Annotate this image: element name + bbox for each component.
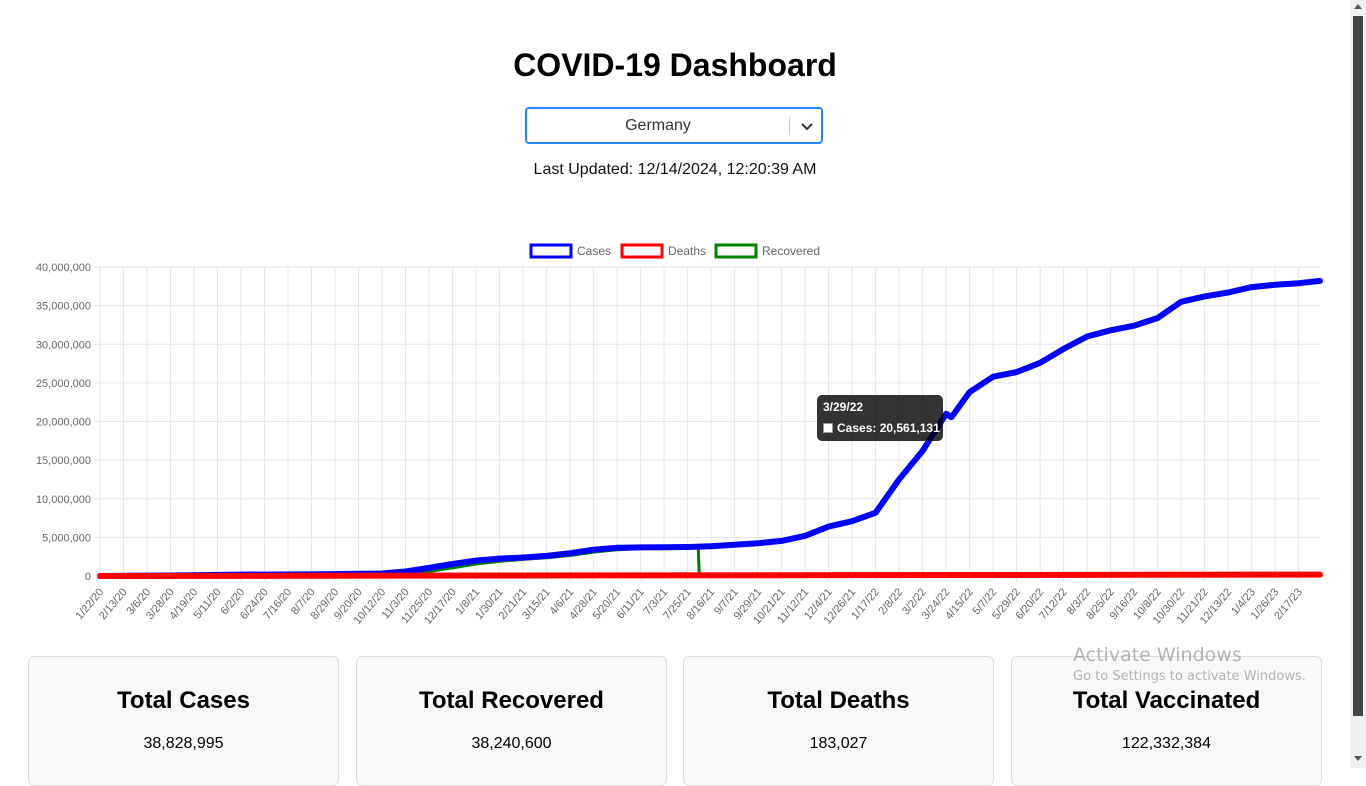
- activation-watermark: Activate Windows Go to Settings to activ…: [1073, 644, 1306, 684]
- stat-value: 38,828,995: [143, 735, 224, 752]
- y-tick-label: 10,000,000: [36, 494, 91, 506]
- last-updated: Last Updated: 12/14/2024, 12:20:39 AM: [533, 161, 817, 178]
- tooltip-body: Cases: 20,561,131: [837, 421, 940, 435]
- chevron-down-icon[interactable]: [797, 116, 817, 136]
- stat-card-cases: Total Cases 38,828,995: [28, 656, 339, 786]
- watermark-line2: Go to Settings to activate Windows.: [1073, 669, 1306, 684]
- dashboard-page: COVID-19 Dashboard Germany Last Updated:…: [0, 0, 1350, 786]
- legend-swatch: [529, 243, 573, 259]
- stat-title: Total Deaths: [767, 687, 910, 714]
- covid-line-chart: 1/22/202/13/203/6/203/28/204/19/205/11/2…: [36, 243, 1323, 627]
- stat-title: Total Vaccinated: [1072, 687, 1261, 714]
- chart-tooltip: 3/29/22 Cases: 20,561,131: [817, 395, 943, 441]
- tooltip-swatch: [823, 423, 833, 433]
- legend-swatch: [714, 243, 758, 259]
- y-tick-label: 0: [85, 571, 91, 583]
- vertical-scrollbar[interactable]: [1350, 0, 1366, 768]
- y-tick-label: 15,000,000: [36, 455, 91, 467]
- stat-value: 122,332,384: [1122, 735, 1211, 752]
- y-tick-label: 35,000,000: [36, 301, 91, 313]
- select-indicator-separator: [789, 117, 790, 135]
- y-tick-label: 25,000,000: [36, 378, 91, 390]
- legend-label: Cases: [577, 244, 611, 258]
- scroll-thumb[interactable]: [1353, 16, 1363, 716]
- y-tick-label: 20,000,000: [36, 417, 91, 429]
- stat-title: Total Cases: [117, 687, 250, 714]
- country-select-value: Germany: [625, 117, 691, 134]
- legend-label: Deaths: [668, 244, 706, 258]
- series-line-cases: [97, 277, 1323, 579]
- y-tick-label: 30,000,000: [36, 339, 91, 351]
- stat-value: 38,240,600: [471, 735, 552, 752]
- stat-value: 183,027: [809, 735, 868, 752]
- legend-swatch: [620, 243, 664, 259]
- legend-label: Recovered: [762, 244, 820, 258]
- page-title: COVID-19 Dashboard: [513, 47, 837, 83]
- x-tick-label: 2/8/22: [877, 586, 906, 617]
- stat-card-deaths: Total Deaths 183,027: [683, 656, 994, 786]
- watermark-line1: Activate Windows: [1073, 644, 1242, 666]
- tooltip-title: 3/29/22: [823, 400, 864, 414]
- scroll-up-arrow-icon[interactable]: [1354, 4, 1362, 9]
- y-tick-label: 5,000,000: [42, 532, 91, 544]
- series-line-deaths: [97, 571, 1323, 579]
- stat-card-recovered: Total Recovered 38,240,600: [356, 656, 667, 786]
- country-select[interactable]: Germany: [525, 107, 823, 144]
- stat-title: Total Recovered: [419, 687, 604, 714]
- y-tick-label: 40,000,000: [36, 262, 91, 274]
- scroll-down-arrow-icon[interactable]: [1354, 756, 1362, 761]
